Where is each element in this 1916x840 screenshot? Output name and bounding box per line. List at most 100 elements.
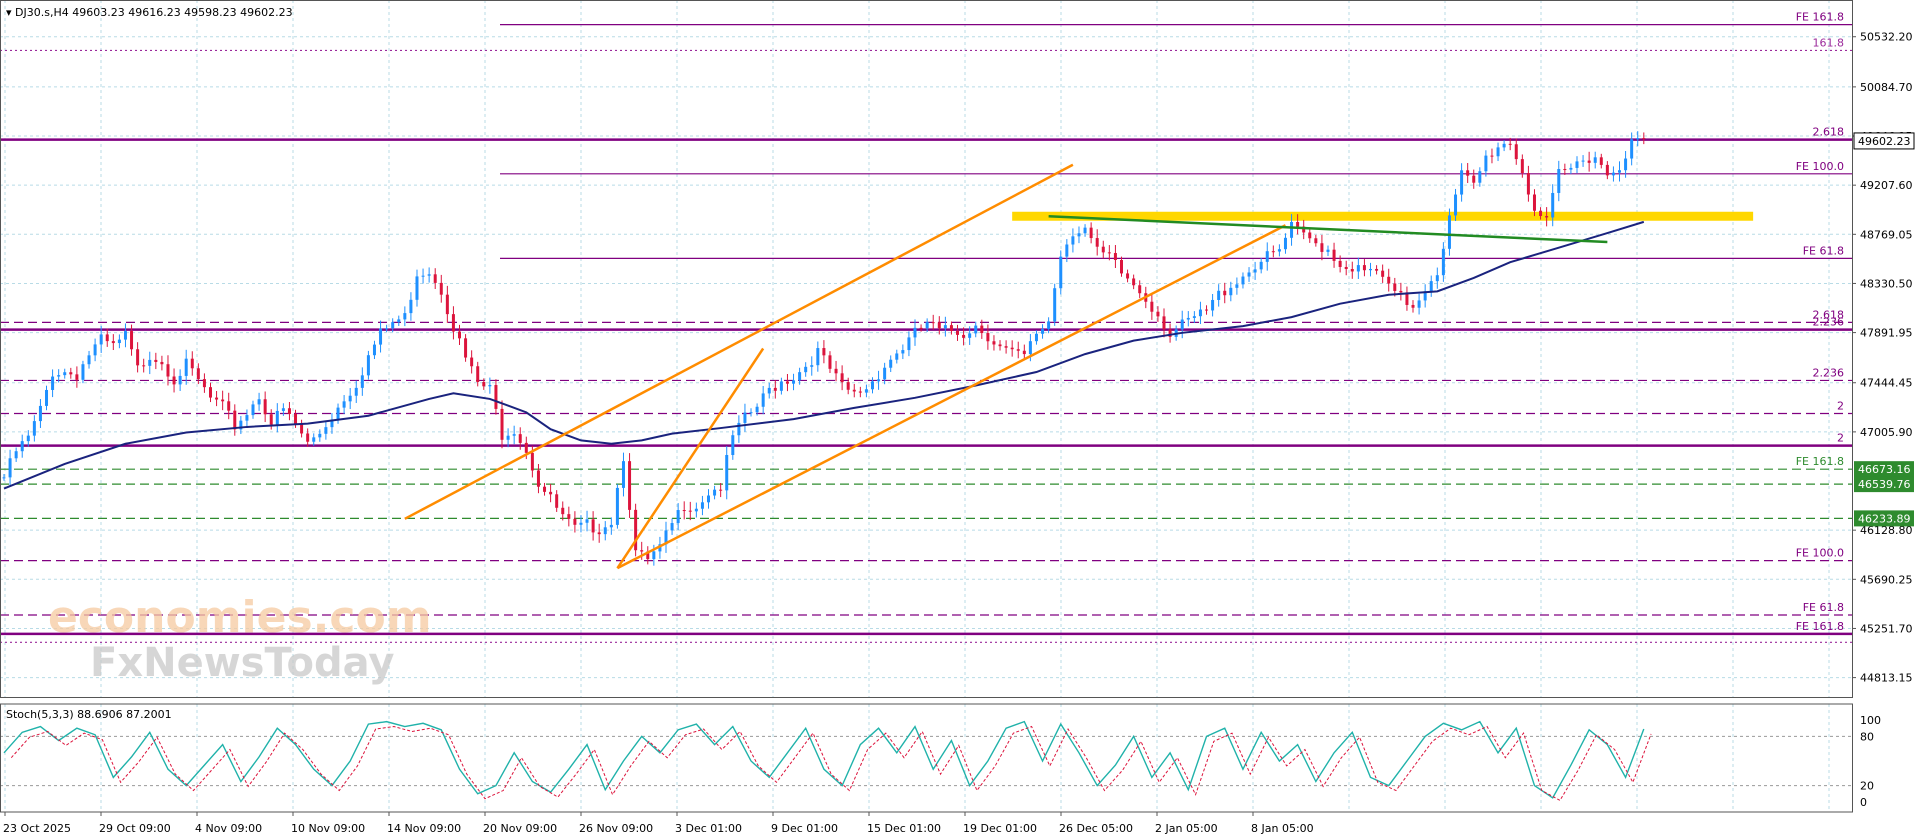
candle-body — [208, 387, 212, 398]
candlesticks — [2, 131, 1646, 566]
candle-body — [864, 389, 868, 393]
candle-body — [628, 461, 632, 510]
candle-body — [1089, 227, 1093, 239]
candle-body — [1119, 260, 1123, 274]
candle-body — [877, 379, 881, 382]
candle-body — [154, 359, 158, 362]
candle-body — [172, 376, 176, 385]
candle-body — [160, 361, 164, 365]
current-price-label: 49602.23 — [1858, 135, 1911, 148]
candle-body — [1344, 266, 1348, 270]
candle-body — [688, 510, 692, 512]
time-tick-label: 29 Oct 09:00 — [99, 822, 171, 835]
candle-body — [1326, 249, 1330, 252]
candle-body — [1028, 341, 1032, 355]
candle-body — [269, 414, 273, 425]
level-label: FE 161.8 — [1796, 455, 1844, 468]
candle-body — [749, 412, 753, 414]
candle-body — [883, 367, 887, 380]
candle-body — [1265, 251, 1269, 262]
candle-body — [397, 319, 401, 323]
candle-body — [190, 358, 194, 369]
candle-body — [816, 348, 820, 366]
candle-body — [1314, 238, 1318, 244]
candle-body — [998, 344, 1002, 347]
candle-body — [1192, 316, 1196, 318]
candle-body — [1271, 251, 1275, 253]
candle-body — [555, 494, 559, 508]
price-tick-label: 47005.90 — [1860, 426, 1913, 439]
candle-body — [81, 364, 85, 380]
candle-body — [834, 368, 838, 374]
candle-body — [1375, 268, 1379, 271]
candle-body — [1235, 284, 1239, 288]
candle-body — [1283, 237, 1287, 250]
candle-body — [858, 391, 862, 393]
candle-body — [1399, 290, 1403, 293]
candle-body — [391, 322, 395, 329]
time-tick-label: 4 Nov 09:00 — [195, 822, 262, 835]
candle-body — [719, 489, 723, 491]
candle-body — [713, 489, 717, 496]
candle-body — [1320, 243, 1324, 252]
candle-body — [1642, 138, 1646, 140]
level-label: FE 161.8 — [1796, 620, 1844, 633]
candle-body — [956, 330, 960, 335]
candle-body — [828, 355, 832, 369]
level-label: 161.8 — [1813, 36, 1845, 49]
candle-body — [1132, 278, 1136, 286]
candle-body — [1022, 350, 1026, 355]
candle-body — [694, 508, 698, 512]
candle-body — [1034, 333, 1038, 342]
candle-body — [1059, 256, 1063, 289]
level-label: FE 161.8 — [1796, 11, 1844, 24]
candle-body — [549, 491, 553, 495]
candle-body — [415, 276, 419, 300]
candle-body — [20, 441, 24, 452]
price-tick-label: 50084.70 — [1860, 81, 1913, 94]
candle-body — [257, 399, 261, 405]
stoch-axis-label: 0 — [1860, 796, 1867, 809]
candle-body — [1393, 283, 1397, 291]
candle-body — [1356, 265, 1360, 272]
candle-body — [621, 461, 625, 488]
candle-body — [1472, 175, 1476, 183]
candle-body — [1047, 321, 1051, 330]
trendline — [616, 347, 765, 569]
candle-body — [1113, 253, 1117, 261]
candle-body — [379, 328, 383, 345]
candle-body — [439, 282, 443, 295]
stochastic-panel — [0, 704, 1852, 812]
candle-body — [1241, 276, 1245, 285]
candle-body — [8, 458, 12, 478]
candle-body — [1077, 233, 1081, 237]
trendline — [404, 163, 1074, 520]
candle-body — [1381, 270, 1385, 277]
candle-body — [275, 410, 279, 425]
candle-body — [1605, 164, 1609, 176]
candle-body — [1478, 171, 1482, 183]
candle-body — [111, 341, 115, 344]
time-tick-label: 8 Jan 05:00 — [1251, 822, 1314, 835]
candle-body — [1186, 317, 1190, 320]
candle-body — [919, 327, 923, 329]
candle-body — [731, 435, 735, 455]
candle-body — [221, 399, 225, 402]
trading-chart[interactable]: FE 161.8161.82.618FE 100.0FE 61.82.6182.… — [0, 0, 1916, 840]
candle-body — [1557, 169, 1561, 193]
price-tick-label: 49207.60 — [1860, 179, 1913, 192]
candle-body — [1563, 169, 1567, 171]
time-tick-label: 23 Oct 2025 — [3, 822, 71, 835]
candle-body — [1162, 316, 1166, 330]
level-label: 2.618 — [1813, 126, 1845, 139]
candle-body — [1065, 244, 1069, 257]
candle-body — [263, 399, 267, 415]
candle-body — [354, 387, 358, 396]
candle-body — [1247, 272, 1251, 277]
candle-body — [518, 434, 522, 443]
candle-body — [1332, 249, 1336, 261]
candle-body — [300, 423, 304, 434]
candle-body — [1071, 236, 1075, 245]
candle-body — [1010, 347, 1014, 350]
candle-body — [512, 434, 516, 436]
